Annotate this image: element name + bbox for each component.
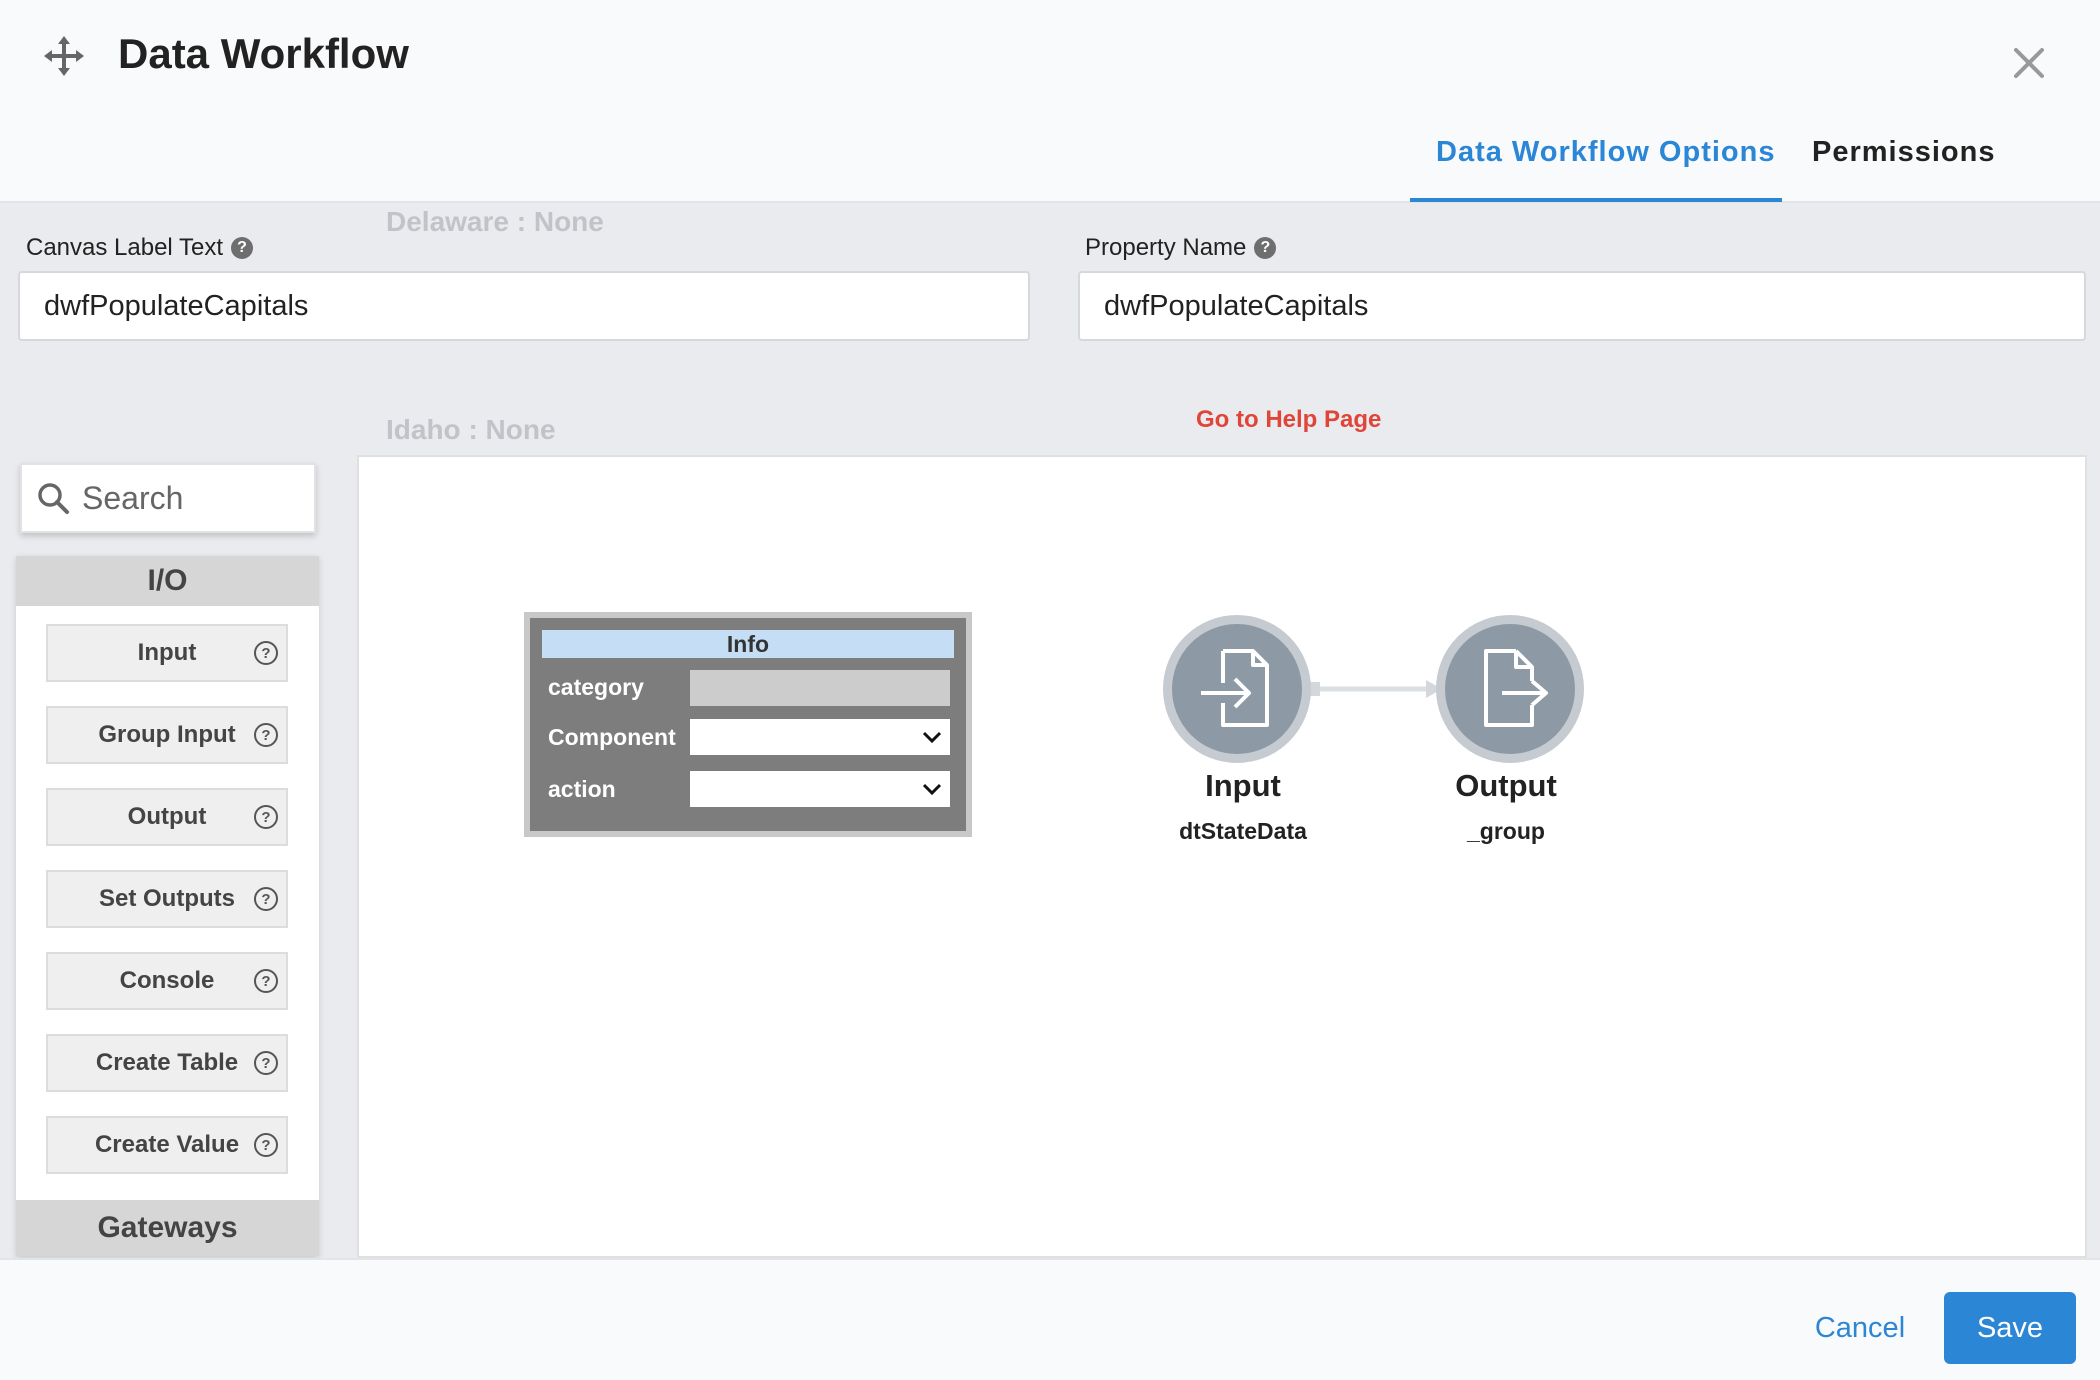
help-icon[interactable]: ? xyxy=(254,723,278,747)
help-page-link[interactable]: Go to Help Page xyxy=(1196,406,1381,434)
help-icon[interactable]: ? xyxy=(254,1133,278,1157)
search-placeholder: Search xyxy=(82,479,184,516)
palette-item-label: Output xyxy=(127,803,207,830)
info-action-label: action xyxy=(548,776,616,802)
info-action-select[interactable] xyxy=(690,771,950,807)
input-node-title: Input xyxy=(1205,768,1281,803)
palette-item-create-value[interactable]: Create Value ? xyxy=(46,1116,288,1174)
help-icon[interactable]: ? xyxy=(1254,237,1277,259)
cancel-button[interactable]: Cancel xyxy=(1790,1293,1930,1363)
palette-item-label: Console xyxy=(119,967,215,994)
modal-footer xyxy=(0,1258,2100,1380)
palette-item-label: Input xyxy=(137,639,197,666)
palette-item-group-input[interactable]: Group Input ? xyxy=(46,706,288,764)
save-button[interactable]: Save xyxy=(1944,1292,2076,1364)
palette-item-label: Create Value xyxy=(94,1131,240,1158)
modal-header: Data Workflow Data Workflow Options Perm… xyxy=(0,0,2100,203)
info-node-title: Info xyxy=(542,630,954,658)
palette-item-label: Group Input xyxy=(98,721,236,748)
info-node[interactable]: Info category Component action xyxy=(524,612,972,837)
modal-title: Data Workflow xyxy=(118,30,409,77)
canvas-label-text-label: Canvas Label Text ? xyxy=(26,234,254,262)
connector-arrow[interactable] xyxy=(1308,676,1450,702)
file-import-icon xyxy=(1201,649,1269,727)
move-icon[interactable] xyxy=(44,36,84,76)
output-node-subtitle: _group xyxy=(1467,818,1545,844)
background-text: Delaware : None xyxy=(386,206,604,237)
property-name-input[interactable] xyxy=(1078,271,2086,341)
help-icon[interactable]: ? xyxy=(254,805,278,829)
workflow-canvas[interactable] xyxy=(357,455,2087,1258)
palette-section-io[interactable]: I/O xyxy=(16,556,319,606)
help-icon[interactable]: ? xyxy=(254,1051,278,1075)
input-node-subtitle: dtStateData xyxy=(1179,818,1307,844)
palette-item-set-outputs[interactable]: Set Outputs ? xyxy=(46,870,288,928)
palette-item-label: Set Outputs xyxy=(99,885,235,912)
active-tab-indicator xyxy=(1410,198,1782,202)
palette-item-label: Create Table xyxy=(95,1049,239,1076)
palette-section-gateways[interactable]: Gateways xyxy=(16,1200,319,1256)
input-node[interactable] xyxy=(1163,615,1311,763)
chevron-down-icon xyxy=(922,731,942,744)
background-text: Idaho : None xyxy=(386,414,556,445)
search-icon xyxy=(38,483,69,514)
data-workflow-modal: Data Workflow Data Workflow Options Perm… xyxy=(0,0,2100,1380)
chevron-down-icon xyxy=(922,783,942,796)
help-icon[interactable]: ? xyxy=(254,641,278,665)
tab-data-workflow-options[interactable]: Data Workflow Options xyxy=(1436,136,1775,169)
info-category-label: category xyxy=(548,674,644,700)
palette-item-create-table[interactable]: Create Table ? xyxy=(46,1034,288,1092)
close-icon[interactable] xyxy=(2008,42,2050,84)
output-node-title: Output xyxy=(1455,768,1557,803)
property-name-label: Property Name ? xyxy=(1085,234,1277,262)
help-icon[interactable]: ? xyxy=(254,969,278,993)
node-palette: I/O Input ? Group Input ? Output ? Set O… xyxy=(16,556,319,1256)
help-icon[interactable]: ? xyxy=(254,887,278,911)
palette-item-input[interactable]: Input ? xyxy=(46,624,288,682)
canvas-label-text-caption: Canvas Label Text xyxy=(26,234,224,261)
info-component-select[interactable] xyxy=(690,719,950,755)
file-export-icon xyxy=(1484,649,1548,727)
palette-search-input[interactable]: Search xyxy=(20,463,316,533)
help-icon[interactable]: ? xyxy=(231,237,254,259)
canvas-label-text-input[interactable] xyxy=(18,271,1030,341)
tab-permissions[interactable]: Permissions xyxy=(1812,136,1995,169)
palette-item-console[interactable]: Console ? xyxy=(46,952,288,1010)
palette-item-output[interactable]: Output ? xyxy=(46,788,288,846)
property-name-caption: Property Name xyxy=(1085,234,1247,261)
info-component-label: Component xyxy=(548,724,676,750)
output-node[interactable] xyxy=(1436,615,1584,763)
info-category-field xyxy=(690,670,950,706)
